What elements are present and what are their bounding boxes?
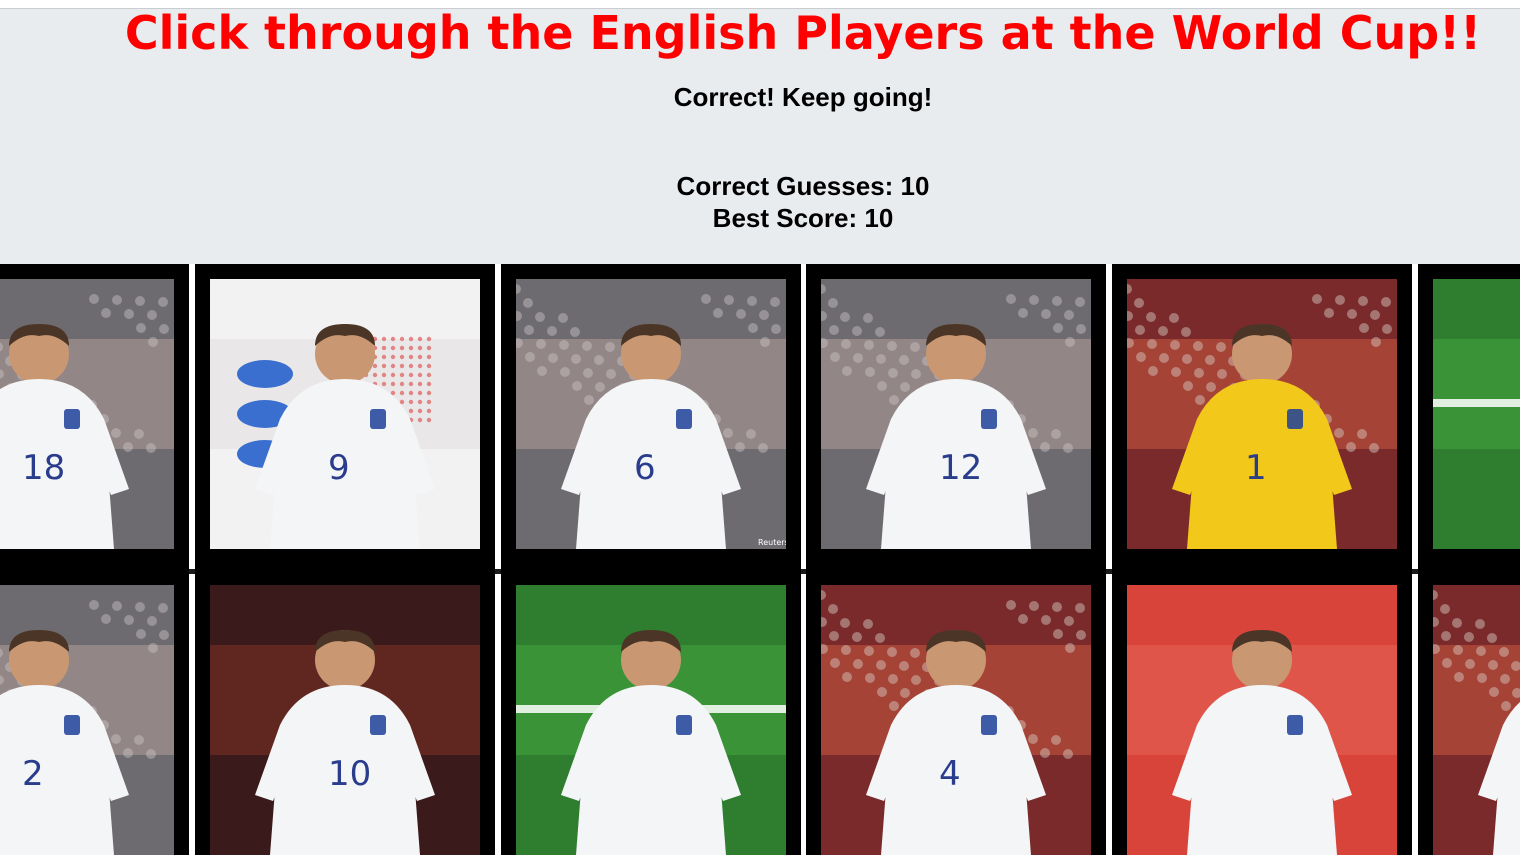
status-message: Correct! Keep going!	[673, 82, 933, 112]
shirt-number: 10	[328, 754, 371, 794]
player-image	[1127, 585, 1397, 855]
player-card-1[interactable]: 1	[1112, 264, 1412, 570]
player-card-grass[interactable]	[501, 570, 801, 855]
shirt-number: 4	[939, 754, 961, 794]
correct-guesses: Correct Guesses: 10	[676, 171, 930, 201]
player-card-partial[interactable]	[1418, 570, 1520, 855]
player-image: 18	[0, 279, 174, 549]
best-score: Best Score: 10	[712, 203, 894, 233]
player-photo[interactable]: 6 Reuters	[516, 279, 786, 549]
player-photo[interactable]: 10	[210, 585, 480, 855]
player-grid: 18 9 6 Reuters 12 1 2 10 4	[0, 264, 1520, 855]
player-card-18[interactable]: 18	[0, 264, 189, 570]
player-photo[interactable]	[1433, 279, 1520, 549]
player-photo[interactable]	[1433, 585, 1520, 855]
shirt-number: 12	[939, 448, 982, 488]
shirt-number: 2	[22, 754, 44, 794]
score-panel: Correct Guesses: 10 Best Score: 10	[0, 170, 1520, 234]
player-image	[1433, 279, 1520, 549]
photo-credit: Reuters	[758, 538, 786, 547]
player-image	[516, 585, 786, 855]
player-card-10[interactable]: 10	[195, 570, 495, 855]
player-photo[interactable]	[1127, 585, 1397, 855]
player-card-4[interactable]: 4	[806, 570, 1106, 855]
shirt-number: 9	[328, 448, 350, 488]
player-photo[interactable]: 1	[1127, 279, 1397, 549]
player-photo[interactable]	[516, 585, 786, 855]
player-image: 1	[1127, 279, 1397, 549]
shirt-number: 18	[22, 448, 65, 488]
player-photo[interactable]: 9	[210, 279, 480, 549]
player-card-2[interactable]: 2	[0, 570, 189, 855]
player-image: 2	[0, 585, 174, 855]
shirt-number: 6	[634, 448, 656, 488]
player-image: 4	[821, 585, 1091, 855]
player-photo[interactable]: 12	[821, 279, 1091, 549]
player-card-red[interactable]	[1112, 570, 1412, 855]
header: Click through the English Players at the…	[0, 9, 1520, 264]
player-card-9[interactable]: 9	[195, 264, 495, 570]
player-card-12[interactable]: 12	[806, 264, 1106, 570]
page-title: Click through the English Players at the…	[124, 6, 1482, 60]
player-image	[1433, 585, 1520, 855]
player-card-6[interactable]: 6 Reuters	[501, 264, 801, 570]
player-image: 10	[210, 585, 480, 855]
player-image: 12	[821, 279, 1091, 549]
shirt-number: 1	[1245, 448, 1267, 488]
player-photo[interactable]: 4	[821, 585, 1091, 855]
player-photo[interactable]: 18	[0, 279, 174, 549]
player-photo[interactable]: 2	[0, 585, 174, 855]
player-card-pitch[interactable]	[1418, 264, 1520, 570]
player-image: 6 Reuters	[516, 279, 786, 549]
player-image: 9	[210, 279, 480, 549]
